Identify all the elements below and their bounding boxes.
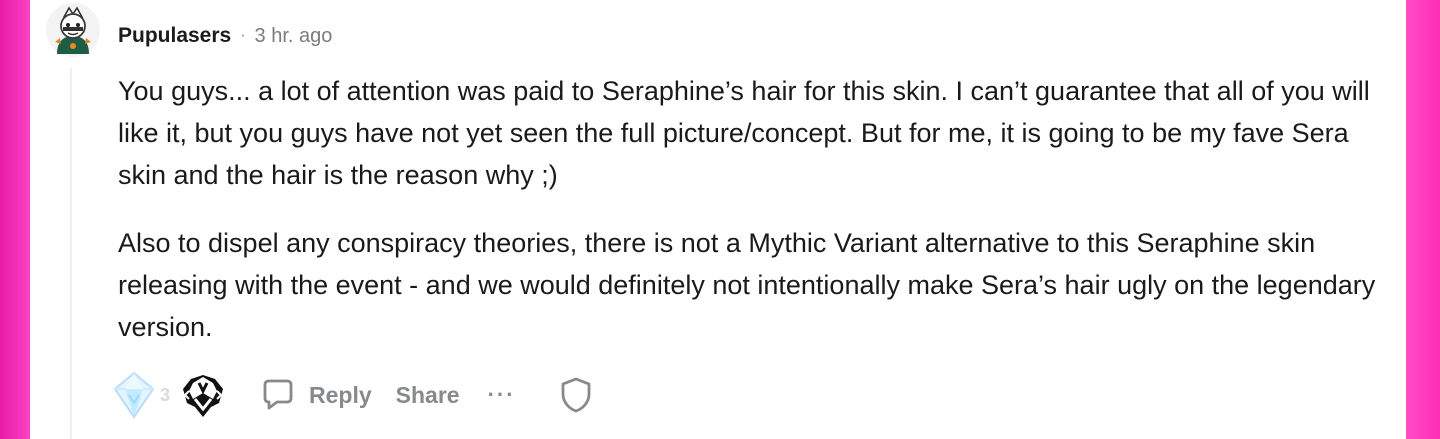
- crest-award-icon[interactable]: [175, 369, 231, 421]
- user-avatar[interactable]: [45, 2, 101, 58]
- shield-icon[interactable]: [556, 375, 596, 415]
- avatar-image-icon: [46, 3, 100, 57]
- share-button[interactable]: Share: [396, 382, 460, 409]
- comment-body: You guys... a lot of attention was paid …: [118, 70, 1403, 348]
- comment-timestamp[interactable]: 3 hr. ago: [255, 25, 333, 48]
- gem-award-icon[interactable]: [108, 369, 160, 421]
- pink-background-right: [1404, 0, 1440, 439]
- share-label: Share: [395, 381, 460, 408]
- comment-meta: Pupulasers · 3 hr. ago: [118, 24, 332, 48]
- author-username[interactable]: Pupulasers: [118, 24, 231, 48]
- pink-background-left: [0, 0, 34, 439]
- thread-line[interactable]: [70, 68, 72, 439]
- award-count: 3: [160, 384, 171, 405]
- comment-bubble-icon: [259, 376, 297, 414]
- more-options-button[interactable]: ···: [488, 382, 516, 408]
- comment-actions: 3 Reply Share ···: [108, 368, 596, 422]
- meta-separator: ·: [240, 27, 246, 44]
- comment-paragraph-1: You guys... a lot of attention was paid …: [118, 76, 1370, 190]
- reply-label: Reply: [309, 381, 372, 408]
- comment-paragraph-2: Also to dispel any conspiracy theories, …: [118, 228, 1376, 342]
- reply-button[interactable]: Reply: [259, 376, 372, 414]
- comment-panel: Pupulasers · 3 hr. ago You guys... a lot…: [30, 0, 1406, 439]
- more-options-icon: ···: [487, 382, 516, 407]
